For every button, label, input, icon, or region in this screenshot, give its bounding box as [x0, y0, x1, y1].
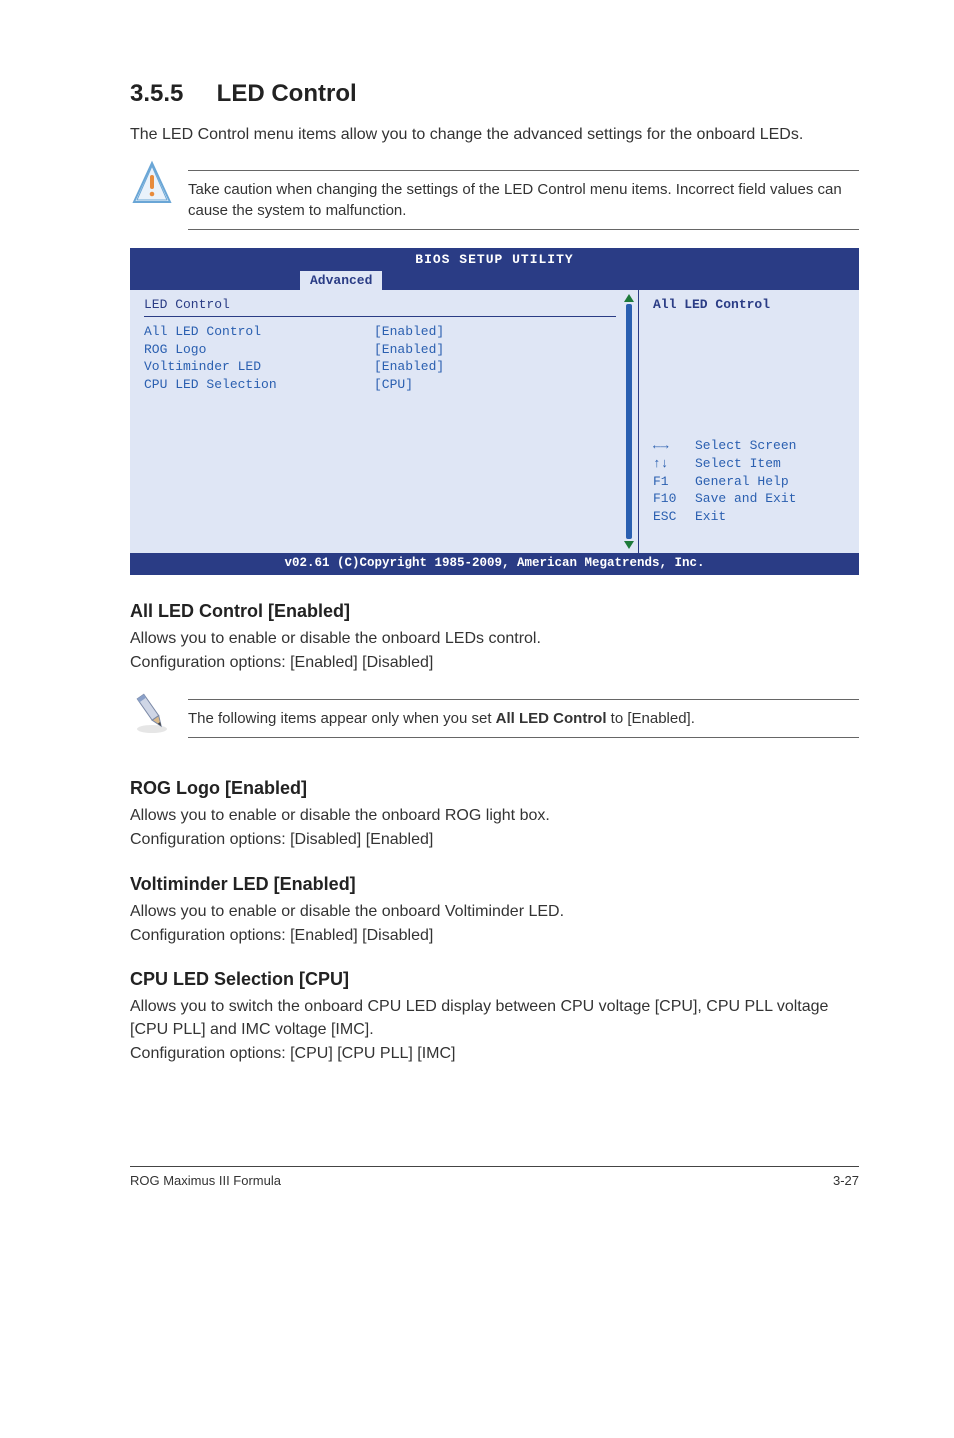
scroll-down-icon[interactable] [624, 541, 634, 549]
bios-row-key: Voltiminder LED [144, 358, 374, 376]
bios-help-header: All LED Control [653, 296, 849, 314]
help-desc: Select Item [695, 455, 781, 473]
bios-section-label: LED Control [144, 296, 616, 317]
bios-row-key: All LED Control [144, 323, 374, 341]
bios-row-voltiminder[interactable]: Voltiminder LED [Enabled] [144, 358, 628, 376]
help-key: F1 [653, 473, 695, 491]
subheading-volt: Voltiminder LED [Enabled] [130, 874, 859, 895]
info-note: The following items appear only when you… [130, 689, 859, 756]
bios-scrollbar[interactable] [624, 294, 634, 549]
cpu-options: Configuration options: [CPU] [CPU PLL] [… [130, 1043, 859, 1065]
subheading-cpu: CPU LED Selection [CPU] [130, 969, 859, 990]
bios-row-key: CPU LED Selection [144, 376, 374, 394]
subheading-all-led: All LED Control [Enabled] [130, 601, 859, 622]
subheading-rog: ROG Logo [Enabled] [130, 778, 859, 799]
all-led-options: Configuration options: [Enabled] [Disabl… [130, 652, 859, 674]
bios-row-key: ROG Logo [144, 341, 374, 359]
bios-help-keys: ←→Select Screen ↑↓Select Item F1General … [653, 437, 849, 543]
bios-row-cpu-led[interactable]: CPU LED Selection [CPU] [144, 376, 628, 394]
bios-header: BIOS SETUP UTILITY Advanced [130, 248, 859, 290]
volt-options: Configuration options: [Enabled] [Disabl… [130, 925, 859, 947]
bios-row-value: [Enabled] [374, 341, 444, 359]
help-desc: General Help [695, 473, 789, 491]
caution-text: Take caution when changing the settings … [188, 170, 859, 230]
rog-desc: Allows you to enable or disable the onbo… [130, 805, 859, 827]
footer-page-number: 3-27 [833, 1173, 859, 1188]
all-led-desc: Allows you to enable or disable the onbo… [130, 628, 859, 650]
help-desc: Select Screen [695, 437, 796, 455]
scroll-track[interactable] [626, 304, 632, 539]
bios-panel: BIOS SETUP UTILITY Advanced LED Control … [130, 248, 859, 575]
footer-product: ROG Maximus III Formula [130, 1173, 281, 1188]
help-desc: Save and Exit [695, 490, 796, 508]
info-text-bold: All LED Control [496, 710, 607, 727]
help-key: ←→ [653, 437, 695, 455]
page-footer: ROG Maximus III Formula 3-27 [130, 1166, 859, 1188]
bios-title: BIOS SETUP UTILITY [130, 251, 859, 269]
help-key: ESC [653, 508, 695, 526]
bios-row-all-led[interactable]: All LED Control [Enabled] [144, 323, 628, 341]
bios-footer: v02.61 (C)Copyright 1985-2009, American … [130, 553, 859, 575]
bios-row-value: [Enabled] [374, 358, 444, 376]
intro-paragraph: The LED Control menu items allow you to … [130, 124, 859, 146]
cpu-desc: Allows you to switch the onboard CPU LED… [130, 996, 859, 1041]
help-desc: Exit [695, 508, 726, 526]
scroll-up-icon[interactable] [624, 294, 634, 302]
info-text: The following items appear only when you… [188, 699, 859, 738]
bios-help-pane: All LED Control ←→Select Screen ↑↓Select… [639, 290, 859, 553]
bios-row-value: [CPU] [374, 376, 413, 394]
bios-row-rog-logo[interactable]: ROG Logo [Enabled] [144, 341, 628, 359]
section-number: 3.5.5 [130, 80, 210, 108]
caution-note: Take caution when changing the settings … [130, 160, 859, 248]
bios-menu-pane: LED Control All LED Control [Enabled] RO… [130, 290, 639, 553]
help-key: F10 [653, 490, 695, 508]
section-title-text: LED Control [217, 80, 357, 107]
section-heading: 3.5.5 LED Control [130, 80, 859, 108]
info-text-suffix: to [Enabled]. [607, 710, 695, 727]
caution-icon [130, 160, 174, 208]
rog-options: Configuration options: [Disabled] [Enabl… [130, 829, 859, 851]
help-key: ↑↓ [653, 455, 695, 473]
volt-desc: Allows you to enable or disable the onbo… [130, 901, 859, 923]
info-text-prefix: The following items appear only when you… [188, 710, 496, 727]
pencil-icon [130, 689, 174, 737]
bios-tab-advanced[interactable]: Advanced [300, 271, 382, 291]
bios-row-value: [Enabled] [374, 323, 444, 341]
